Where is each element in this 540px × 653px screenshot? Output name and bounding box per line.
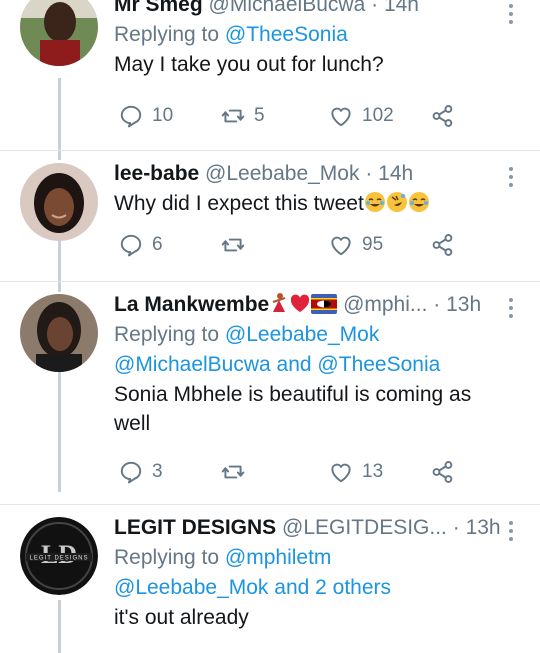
face-with-tears-of-joy-icon bbox=[364, 192, 385, 212]
heart-icon bbox=[331, 463, 351, 483]
reply-count: 6 bbox=[152, 234, 163, 255]
timestamp[interactable]: 13h bbox=[446, 293, 481, 316]
mention-link[interactable]: @Leebabe_Mok bbox=[225, 323, 379, 346]
replying-to-label: Replying to bbox=[114, 546, 220, 569]
replying-to: Replying to @TheeSonia bbox=[114, 20, 530, 50]
retweet-count: 5 bbox=[254, 105, 265, 126]
retweet-icon bbox=[221, 238, 245, 252]
tweet-text-body: Why did I expect this tweet bbox=[114, 192, 364, 215]
like-button[interactable]: 102 bbox=[328, 102, 394, 130]
mention-link[interactable]: @TheeSonia bbox=[225, 23, 348, 46]
tweet-lee-babe[interactable]: lee-babe @Leebabe_Mok · 14h Why did I ex… bbox=[0, 151, 540, 281]
tweet-header: lee-babe @Leebabe_Mok · 14h bbox=[114, 161, 530, 189]
separator-dot: · bbox=[371, 0, 379, 16]
tweet-actions: 6 95 bbox=[118, 231, 538, 259]
dancer-woman-icon bbox=[272, 293, 286, 312]
tweet-mr-smeg[interactable]: Mr Smeg @MichaelBucwa · 14h Replying to … bbox=[0, 0, 540, 150]
tweet-text: Why did I expect this tweet bbox=[114, 189, 530, 218]
mention-link[interactable]: @Leebabe_Mok and 2 others bbox=[114, 576, 391, 599]
reply-icon bbox=[120, 105, 142, 128]
tweet-la-mankwembe[interactable]: La Mankwembe @mphi... · 13h Replying to … bbox=[0, 282, 540, 504]
separator-dot: · bbox=[365, 162, 373, 185]
tweet-legit-designs[interactable]: LD LEGIT DESIGNS LEGIT DESIGNS @LEGITDES… bbox=[0, 505, 540, 653]
timestamp[interactable]: 14h bbox=[378, 162, 413, 185]
timestamp[interactable]: 13h bbox=[466, 516, 501, 539]
retweet-icon bbox=[221, 109, 245, 123]
avatar[interactable]: LD LEGIT DESIGNS bbox=[20, 517, 98, 595]
mention-link[interactable]: @mphiletm bbox=[225, 546, 332, 569]
replying-to: Replying to @Leebabe_Mok bbox=[114, 320, 530, 350]
avatar[interactable] bbox=[20, 163, 98, 241]
user-handle[interactable]: @MichaelBucwa bbox=[209, 0, 366, 16]
share-icon bbox=[432, 105, 453, 127]
reply-icon bbox=[120, 234, 142, 257]
tweet-actions: 3 13 bbox=[118, 458, 538, 486]
reply-button[interactable]: 3 bbox=[118, 458, 163, 486]
like-count: 13 bbox=[362, 461, 384, 482]
replying-to-label: Replying to bbox=[114, 23, 220, 46]
retweet-icon bbox=[221, 465, 245, 479]
share-icon bbox=[432, 461, 453, 483]
tweet-header: La Mankwembe @mphi... · 13h bbox=[114, 292, 530, 320]
share-button[interactable] bbox=[430, 458, 456, 486]
reply-icon bbox=[120, 461, 142, 484]
tweet-text: Sonia Mbhele is beautiful is coming as bbox=[114, 383, 472, 406]
replying-to-label: Replying to bbox=[114, 323, 220, 346]
reply-count: 10 bbox=[152, 105, 174, 126]
flag-eswatini-icon bbox=[311, 294, 338, 314]
tweet-actions: 10 5 102 bbox=[118, 102, 538, 130]
like-button[interactable]: 95 bbox=[328, 231, 383, 259]
mention-link[interactable]: @MichaelBucwa and @TheeSonia bbox=[114, 353, 440, 376]
reply-count: 3 bbox=[152, 461, 163, 482]
like-button[interactable]: 13 bbox=[328, 458, 383, 486]
display-name[interactable]: LEGIT DESIGNS bbox=[114, 516, 276, 539]
rolling-on-floor-laughing-icon bbox=[386, 192, 407, 212]
tweet-text: it's out already bbox=[114, 606, 249, 629]
heart-icon bbox=[331, 236, 351, 256]
tweet-header: LEGIT DESIGNS @LEGITDESIG... · 13h bbox=[114, 515, 530, 543]
tweet-header: Mr Smeg @MichaelBucwa · 14h bbox=[114, 0, 530, 20]
more-options-icon[interactable] bbox=[508, 167, 514, 191]
display-name[interactable]: lee-babe bbox=[114, 162, 199, 185]
display-name[interactable]: La Mankwembe bbox=[114, 293, 269, 316]
tweet-text-continued: well bbox=[114, 412, 151, 435]
separator-dot: · bbox=[452, 516, 460, 539]
share-button[interactable] bbox=[430, 231, 456, 259]
more-options-icon[interactable] bbox=[508, 4, 514, 28]
retweet-button[interactable] bbox=[220, 231, 254, 259]
separator-dot: · bbox=[433, 293, 441, 316]
timestamp[interactable]: 14h bbox=[384, 0, 419, 16]
display-name[interactable]: Mr Smeg bbox=[114, 0, 203, 16]
more-options-icon[interactable] bbox=[508, 521, 514, 545]
user-handle[interactable]: @mphi... bbox=[343, 293, 427, 316]
reply-button[interactable]: 10 bbox=[118, 102, 173, 130]
red-heart-icon bbox=[291, 294, 310, 312]
share-icon bbox=[432, 234, 453, 256]
retweet-button[interactable]: 5 bbox=[220, 102, 265, 130]
user-handle[interactable]: @Leebabe_Mok bbox=[205, 162, 359, 185]
avatar[interactable] bbox=[20, 294, 98, 372]
like-count: 102 bbox=[362, 105, 394, 126]
share-button[interactable] bbox=[430, 102, 456, 130]
replying-to-others: @Leebabe_Mok and 2 others bbox=[114, 573, 530, 603]
retweet-button[interactable] bbox=[220, 458, 254, 486]
face-with-tears-of-joy-icon bbox=[408, 192, 429, 212]
reply-button[interactable]: 6 bbox=[118, 231, 163, 259]
user-handle[interactable]: @LEGITDESIG... bbox=[282, 516, 447, 539]
avatar-text: LEGIT DESIGNS bbox=[30, 556, 89, 562]
like-count: 95 bbox=[362, 234, 384, 255]
tweet-text: May I take you out for lunch? bbox=[114, 53, 384, 76]
avatar[interactable] bbox=[20, 0, 98, 66]
replying-to: Replying to @mphiletm bbox=[114, 543, 530, 573]
heart-icon bbox=[331, 107, 351, 127]
replying-to-others: @MichaelBucwa and @TheeSonia bbox=[114, 350, 530, 380]
more-options-icon[interactable] bbox=[508, 298, 514, 322]
